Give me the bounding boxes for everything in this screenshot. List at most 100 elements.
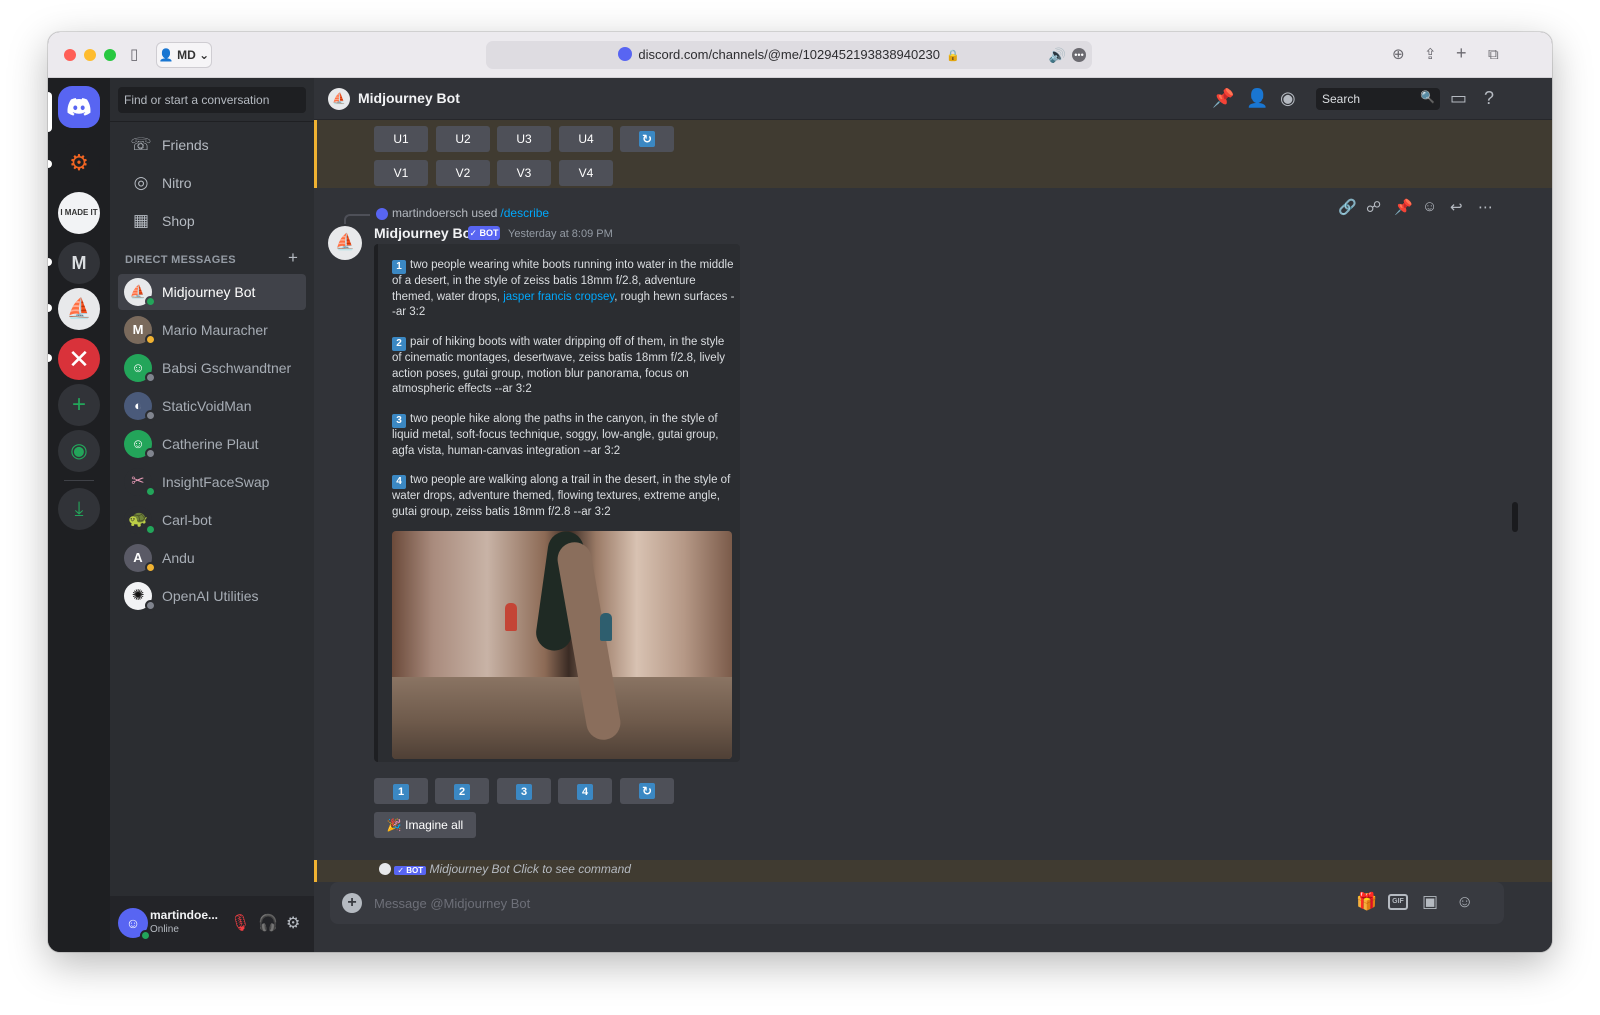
- message-composer: + 🎁 GIF ▣ ☺: [330, 882, 1504, 924]
- zoom-window-button[interactable]: [104, 49, 116, 61]
- imagine-2-button[interactable]: 2: [435, 778, 489, 804]
- variation-4-button[interactable]: V4: [559, 160, 613, 186]
- variation-1-button[interactable]: V1: [374, 160, 428, 186]
- friends-icon: ☏: [130, 135, 152, 154]
- imagine-1-button[interactable]: 1: [374, 778, 428, 804]
- download-apps-icon[interactable]: ⤓: [58, 488, 100, 530]
- address-bar[interactable]: discord.com/channels/@me/102945219383894…: [486, 41, 1092, 69]
- dm-sidebar: ☏ Friends ◎ Nitro ▦ Shop DIRECT MESSAGES…: [110, 78, 314, 952]
- server-made-icon[interactable]: I MADE IT: [58, 192, 100, 234]
- imagine-4-button[interactable]: 4: [558, 778, 612, 804]
- page-options-icon[interactable]: •••: [1072, 48, 1086, 62]
- reroll-describe-button[interactable]: ↻: [620, 778, 674, 804]
- minimize-window-button[interactable]: [84, 49, 96, 61]
- add-reaction-icon[interactable]: ☺: [1422, 198, 1437, 215]
- dm-item-midjourney-bot[interactable]: ⛵ Midjourney Bot: [118, 274, 306, 310]
- dm-item-staticvoidman[interactable]: ◐ StaticVoidMan: [118, 388, 306, 424]
- create-thread-icon[interactable]: ☍: [1366, 198, 1381, 216]
- create-dm-icon[interactable]: +: [288, 248, 298, 268]
- gift-icon[interactable]: 🎁: [1356, 892, 1377, 912]
- server-m-icon[interactable]: M: [58, 242, 100, 284]
- discord-home-icon[interactable]: [58, 86, 100, 128]
- help-icon[interactable]: ?: [1484, 88, 1494, 109]
- next-message-preview[interactable]: ✓ BOT Midjourney Bot Click to see comman…: [314, 860, 1552, 882]
- dm-item-carl-bot[interactable]: 🐢 Carl-bot: [118, 502, 306, 538]
- reply-reference[interactable]: martindoersch used/describe: [392, 206, 549, 220]
- tab-overview-icon[interactable]: ⧉: [1488, 46, 1499, 64]
- bot-avatar[interactable]: ⛵: [328, 226, 362, 260]
- keycap: 4: [577, 784, 593, 800]
- variation-2-button[interactable]: V2: [436, 160, 490, 186]
- reply-user: martindoersch used: [392, 206, 498, 220]
- upscale-3-button[interactable]: U3: [497, 126, 551, 152]
- upscale-4-button[interactable]: U4: [559, 126, 613, 152]
- dm-name: Babsi Gschwandtner: [162, 360, 292, 376]
- sidebar-toggle-icon[interactable]: ▯: [130, 46, 138, 64]
- status-online-icon: [145, 486, 156, 497]
- site-favicon-icon: [618, 47, 633, 61]
- pin-icon[interactable]: 📌: [1212, 88, 1234, 109]
- imagine-all-button[interactable]: 🎉 Imagine all: [374, 812, 476, 838]
- downloads-icon[interactable]: ⊕: [1392, 46, 1405, 64]
- scrollbar-thumb[interactable]: [1512, 502, 1518, 532]
- dm-name: Mario Mauracher: [162, 322, 268, 338]
- nav-friends[interactable]: ☏ Friends: [118, 128, 306, 162]
- message-input[interactable]: [374, 892, 1274, 914]
- find-conversation-input[interactable]: [118, 87, 306, 113]
- status-offline-icon: [145, 372, 156, 383]
- mute-microphone-icon[interactable]: 🎙: [230, 913, 250, 933]
- sticker-icon[interactable]: ▣: [1422, 892, 1438, 912]
- new-tab-icon[interactable]: +: [1456, 44, 1467, 62]
- user-name: martindoe...: [150, 908, 219, 922]
- dm-item-babsi[interactable]: ☺ Babsi Gschwandtner: [118, 350, 306, 386]
- prompt-1: 1 two people wearing white boots running …: [392, 258, 736, 321]
- status-offline-icon: [145, 448, 156, 459]
- dm-item-catherine[interactable]: ☺ Catherine Plaut: [118, 426, 306, 462]
- reroll-button[interactable]: ↻: [620, 126, 674, 152]
- emoji-icon[interactable]: ☺: [1456, 892, 1473, 912]
- more-options-icon[interactable]: ⋯: [1478, 198, 1493, 216]
- dm-item-insightfaceswap[interactable]: ✂ InsightFaceSwap: [118, 464, 306, 500]
- nav-shop[interactable]: ▦ Shop: [118, 204, 306, 238]
- url-text: discord.com/channels/@me/102945219383894…: [638, 47, 940, 62]
- upscale-1-button[interactable]: U1: [374, 126, 428, 152]
- nav-nitro[interactable]: ◎ Nitro: [118, 166, 306, 200]
- dm-item-andu[interactable]: A Andu: [118, 540, 306, 576]
- gif-icon[interactable]: GIF: [1388, 894, 1408, 910]
- upscale-2-button[interactable]: U2: [436, 126, 490, 152]
- headphones-icon[interactable]: 🎧: [258, 913, 278, 933]
- prompt-link[interactable]: jasper francis cropsey: [503, 291, 614, 303]
- user-profile-icon[interactable]: ◉: [1280, 88, 1296, 109]
- embed-image[interactable]: [392, 531, 732, 759]
- unread-indicator-3: [48, 304, 52, 312]
- reply-icon[interactable]: ↩: [1450, 198, 1463, 216]
- rail-divider: [64, 480, 94, 481]
- dm-item-openai-utilities[interactable]: ✺ OpenAI Utilities: [118, 578, 306, 614]
- status-offline-icon: [145, 410, 156, 421]
- imagine-3-button[interactable]: 3: [497, 778, 551, 804]
- message-author[interactable]: Midjourney Bot: [374, 225, 476, 241]
- dm-item-mario[interactable]: M Mario Mauracher: [118, 312, 306, 348]
- pin-message-icon[interactable]: 📌: [1394, 198, 1413, 216]
- share-icon[interactable]: ⇪: [1424, 46, 1437, 64]
- dm-name: StaticVoidMan: [162, 398, 252, 414]
- server-share-icon[interactable]: ⚙: [58, 142, 100, 184]
- reply-command[interactable]: /describe: [500, 206, 549, 220]
- profile-switcher[interactable]: 👤 MD ⌄: [156, 42, 212, 68]
- search-icon: 🔍: [1420, 90, 1435, 104]
- link-icon[interactable]: 🔗: [1338, 198, 1357, 216]
- dm-name: Carl-bot: [162, 512, 212, 528]
- gear-icon[interactable]: ⚙: [286, 913, 300, 933]
- attach-plus-icon[interactable]: +: [342, 893, 362, 913]
- prompt-2: 2 pair of hiking boots with water drippin…: [392, 335, 736, 398]
- explore-servers-icon[interactable]: ◉: [58, 430, 100, 472]
- inbox-icon[interactable]: ▭: [1450, 88, 1467, 109]
- message-actions: 🔗 ☍ 📌 ☺ ↩ ⋯: [1330, 194, 1506, 222]
- close-window-button[interactable]: [64, 49, 76, 61]
- variation-3-button[interactable]: V3: [497, 160, 551, 186]
- add-friend-icon[interactable]: 👤: [1246, 88, 1268, 109]
- audio-playing-icon[interactable]: 🔊: [1049, 41, 1066, 69]
- server-midjourney-icon[interactable]: ⛵: [58, 288, 100, 330]
- add-server-icon[interactable]: +: [58, 384, 100, 426]
- server-x-icon[interactable]: ✕: [58, 338, 100, 380]
